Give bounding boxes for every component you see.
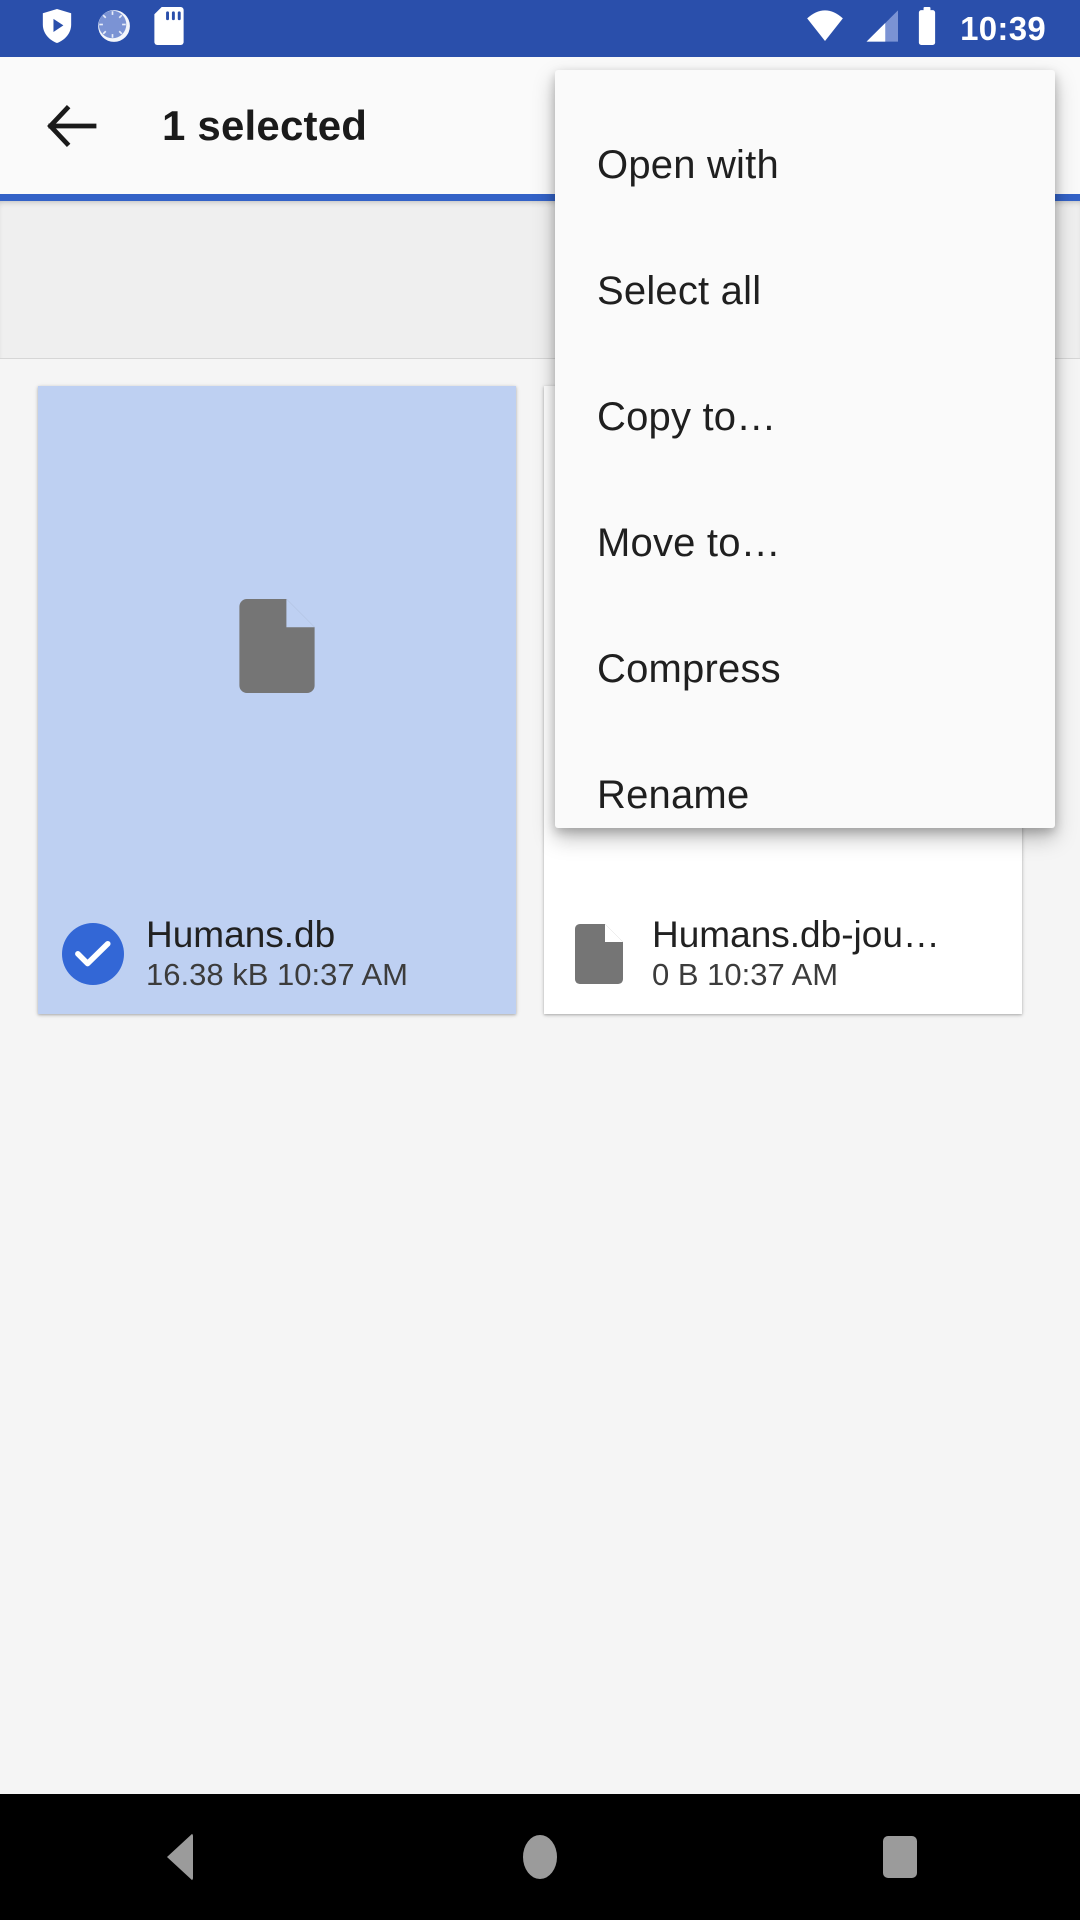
status-bar-right-icons: 10:39 bbox=[804, 7, 1046, 50]
play-protect-shield-icon bbox=[40, 7, 74, 50]
menu-item-move-to[interactable]: Move to… bbox=[555, 480, 1055, 606]
square-recents-icon bbox=[883, 1836, 917, 1878]
file-size: 0 B bbox=[652, 957, 699, 993]
battery-icon bbox=[916, 7, 938, 50]
file-size-time: 16.38 kB 10:37 AM bbox=[146, 957, 408, 992]
menu-item-rename[interactable]: Rename bbox=[555, 732, 1055, 858]
menu-item-open-with[interactable]: Open with bbox=[555, 102, 1055, 228]
file-thumbnail bbox=[38, 386, 516, 906]
nav-back-button[interactable] bbox=[105, 1794, 255, 1920]
document-icon bbox=[239, 599, 315, 693]
menu-item-compress[interactable]: Compress bbox=[555, 606, 1055, 732]
wifi-icon bbox=[804, 9, 846, 48]
page-title: 1 selected bbox=[162, 101, 368, 149]
back-button[interactable] bbox=[24, 78, 120, 174]
nav-home-button[interactable] bbox=[465, 1794, 615, 1920]
status-bar-clock: 10:39 bbox=[960, 10, 1046, 47]
file-name: Humans.db bbox=[146, 914, 336, 956]
file-size-time: 0 B 10:37 AM bbox=[652, 957, 838, 992]
overflow-menu: Open with Select all Copy to… Move to… C… bbox=[555, 70, 1055, 828]
cellular-signal-icon bbox=[862, 9, 900, 48]
arrow-left-icon bbox=[47, 104, 97, 147]
status-bar: 10:39 bbox=[0, 0, 1080, 57]
file-card-footer: Humans.db-jou… 0 B 10:37 AM bbox=[544, 894, 1022, 1014]
nav-recents-button[interactable] bbox=[825, 1794, 975, 1920]
file-card-selected[interactable]: Humans.db 16.38 kB 10:37 AM bbox=[38, 386, 516, 1014]
system-navigation-bar bbox=[0, 1794, 1080, 1920]
circle-home-icon bbox=[523, 1835, 557, 1879]
file-time: 10:37 AM bbox=[707, 957, 839, 993]
sync-clock-icon bbox=[96, 8, 132, 49]
menu-item-select-all[interactable]: Select all bbox=[555, 228, 1055, 354]
status-bar-left-icons bbox=[40, 7, 184, 50]
selection-check-icon[interactable] bbox=[62, 923, 124, 985]
file-meta: Humans.db-jou… 0 B 10:37 AM bbox=[652, 914, 998, 993]
phone-screen: 10:39 1 selected Humans.db 16.38 kB 10:3… bbox=[0, 0, 1080, 1920]
file-name: Humans.db-jou… bbox=[652, 914, 940, 956]
sd-card-icon bbox=[154, 7, 184, 50]
file-time: 10:37 AM bbox=[277, 957, 408, 993]
file-card-footer: Humans.db 16.38 kB 10:37 AM bbox=[38, 894, 516, 1014]
file-size: 16.38 kB bbox=[146, 957, 269, 993]
document-icon bbox=[568, 923, 630, 985]
file-meta: Humans.db 16.38 kB 10:37 AM bbox=[146, 914, 492, 993]
menu-item-copy-to[interactable]: Copy to… bbox=[555, 354, 1055, 480]
triangle-back-icon bbox=[167, 1833, 193, 1881]
